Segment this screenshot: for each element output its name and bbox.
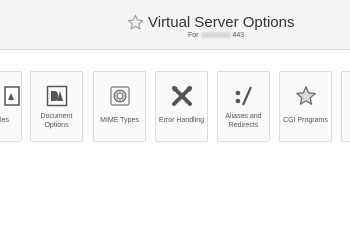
tile-error-handling[interactable]: Error Handling — [155, 71, 208, 142]
subtitle-port: 443 — [232, 32, 245, 39]
document-options-icon — [46, 85, 68, 107]
tile-label: MIME Types — [100, 117, 139, 124]
mime-types-icon — [109, 85, 131, 107]
subtitle-prefix: For — [188, 32, 199, 39]
tile-label: CGI Programs — [283, 117, 328, 124]
page-subtitle: For 443 — [188, 32, 244, 39]
tile-cgi-programs[interactable]: CGI Programs — [279, 71, 332, 142]
aliases-redirects-icon — [233, 85, 255, 107]
title-row: Virtual Server Options — [127, 12, 294, 32]
page-header: Virtual Server Options For 443 — [0, 0, 350, 50]
error-handling-icon — [171, 85, 193, 107]
tile-label: les — [0, 117, 9, 124]
tile-label: Error Handling — [158, 117, 205, 124]
cgi-star-icon — [295, 85, 317, 107]
tile-mime-types[interactable]: MIME Types — [93, 71, 146, 142]
file-icon — [2, 85, 21, 107]
tile-label: Document Options — [40, 113, 73, 129]
page-title: Virtual Server Options — [148, 13, 295, 31]
tile-aliases-redirects[interactable]: Aliases and Redirects — [217, 71, 270, 142]
tile-document-options[interactable]: Document Options — [30, 71, 83, 142]
tile-files[interactable]: les — [0, 71, 22, 142]
tile-next[interactable] — [341, 71, 350, 142]
favorite-star-icon[interactable] — [127, 14, 144, 31]
blurred-hostname — [201, 32, 232, 39]
tile-label: Aliases and Redirects — [225, 113, 262, 129]
